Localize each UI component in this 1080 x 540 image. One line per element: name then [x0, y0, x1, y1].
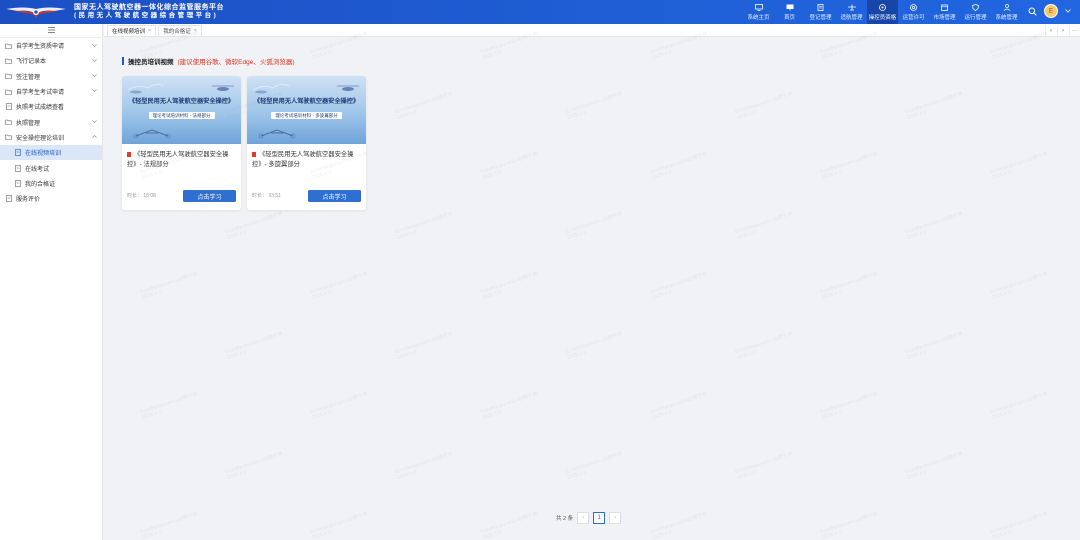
document-icon: [817, 3, 825, 11]
doc-icon: [14, 180, 21, 187]
main-content: 操控员培训视频 (建议使用谷歌、微软Edge、火狐浏览器) 《轻型民用无人驾驶航…: [104, 38, 1080, 540]
caac-logo: [4, 0, 68, 24]
sidebar-item-license-management[interactable]: 执照管理: [0, 114, 102, 129]
drone-icon: [337, 85, 359, 91]
folder-icon: [5, 119, 12, 126]
chevron-down-icon: [91, 42, 97, 48]
top-header: 国家无人驾驶航空器一体化综合监管服务平台 (民用无人驾驶航空器综合管理平台) 系…: [0, 0, 1080, 24]
nav-airworthiness[interactable]: 适航管理: [836, 0, 867, 24]
calendar-icon: [941, 4, 949, 11]
chevron-down-icon: [91, 88, 97, 94]
video-thumbnail[interactable]: 《轻型民用无人驾驶航空器安全操控》 理论考试培训材料 - 法规部分: [122, 76, 241, 144]
sidebar-item-endorsement[interactable]: 签注管理: [0, 69, 102, 84]
sidebar-item-self-study-qualification[interactable]: 自学考生资质申请: [0, 38, 102, 53]
folder-icon: [5, 42, 12, 49]
chevron-down-icon: [91, 73, 97, 79]
next-page-button[interactable]: ›: [609, 512, 622, 524]
section-title: 操控员培训视频: [128, 59, 174, 66]
pagination: 共 2 条 ‹ 1 ›: [556, 512, 622, 524]
sidebar-collapse-toggle[interactable]: [0, 24, 102, 38]
sidebar-item-service-rating[interactable]: 服务评价: [0, 191, 102, 206]
monitor-icon: [754, 3, 763, 11]
start-learning-button[interactable]: 点击学习: [308, 190, 361, 202]
start-learning-button[interactable]: 点击学习: [183, 190, 236, 202]
video-duration: 时长： 15:08: [127, 193, 156, 199]
chevron-left-icon: ‹: [582, 515, 585, 521]
drone-icon: [258, 129, 296, 139]
chevron-right-icon: ›: [614, 515, 617, 521]
bookmark-icon: [127, 151, 131, 157]
hamburger-icon: [47, 26, 55, 35]
avatar[interactable]: E: [1044, 4, 1058, 18]
video-card[interactable]: 《轻型民用无人驾驶航空器安全操控》 理论考试培训材料 - 法规部分 《轻型民用无…: [122, 76, 241, 210]
nav-system-home[interactable]: 系统主页: [743, 0, 774, 24]
doc-icon: [5, 195, 12, 202]
video-title[interactable]: 《轻型民用无人驾驶航空器安全操控》- 多旋翼部分: [252, 150, 360, 170]
tab-my-certificate[interactable]: 我的合格证 ×: [158, 25, 202, 36]
tab-scroll-right[interactable]: ›: [1057, 25, 1068, 36]
folder-icon: [5, 73, 12, 80]
tab-online-video-training[interactable]: 在线视频培训 ×: [107, 25, 157, 36]
desktop-icon: [786, 4, 794, 11]
tab-more[interactable]: ···: [1069, 25, 1080, 36]
video-card[interactable]: 《轻型民用无人驾驶航空器安全操控》 理论考试培训材料 - 多旋翼部分 《轻型民用…: [247, 76, 366, 210]
nav-system[interactable]: 系统管理: [991, 0, 1022, 24]
chevron-down-icon: [91, 118, 97, 124]
close-icon[interactable]: ×: [194, 28, 197, 34]
sidebar: 自学考生资质申请 飞行记录本 签注管理 自学考生考试申请 执照考试成绩查看 执照…: [0, 24, 103, 540]
doc-icon: [14, 164, 21, 172]
close-icon[interactable]: ×: [148, 28, 151, 34]
sidebar-item-my-certificate[interactable]: 我的合格证: [0, 176, 102, 191]
drone-icon: [212, 85, 234, 91]
folder-icon: [5, 57, 12, 64]
tab-scroll-left[interactable]: ‹: [1045, 25, 1056, 36]
shield-icon: [972, 3, 980, 11]
video-thumbnail[interactable]: 《轻型民用无人驾驶航空器安全操控》 理论考试培训材料 - 多旋翼部分: [247, 76, 366, 144]
folder-icon: [5, 88, 12, 95]
browser-note: (建议使用谷歌、微软Edge、火狐浏览器): [177, 59, 295, 66]
sidebar-item-flight-log[interactable]: 飞行记录本: [0, 53, 102, 68]
bookmark-icon: [252, 151, 256, 157]
airplane-icon: [847, 4, 856, 11]
tab-bar: 在线视频培训 × 我的合格证 × ‹ › ···: [104, 24, 1080, 37]
chevron-right-icon: ›: [1062, 27, 1064, 34]
section-header: 操控员培训视频 (建议使用谷歌、微软Edge、火狐浏览器): [122, 56, 295, 66]
doc-icon: [14, 149, 21, 157]
nav-home[interactable]: 首页: [774, 0, 805, 24]
sidebar-item-online-exam[interactable]: 在线考试: [0, 160, 102, 175]
nav-registration[interactable]: 登记管理: [805, 0, 836, 24]
sidebar-item-online-video-training[interactable]: 在线视频培训: [0, 145, 102, 161]
nav-market[interactable]: 市场管理: [929, 0, 960, 24]
people-icon: [1003, 3, 1011, 11]
search-icon[interactable]: [1026, 5, 1038, 17]
video-title[interactable]: 《轻型民用无人驾驶航空器安全操控》- 法规部分: [127, 150, 235, 170]
folder-icon: [5, 134, 12, 141]
sidebar-item-safety-training[interactable]: 安全操控理论培训: [0, 130, 102, 145]
sidebar-item-exam-scores[interactable]: 执照考试成绩查看: [0, 99, 102, 114]
prev-page-button[interactable]: ‹: [577, 512, 590, 524]
nav-operation-license[interactable]: 运营许可: [898, 0, 929, 24]
chevron-down-icon[interactable]: [1064, 7, 1072, 15]
at-icon: [910, 3, 918, 11]
sidebar-item-exam-application[interactable]: 自学考生考试申请: [0, 84, 102, 99]
top-nav: 系统主页 首页 登记管理 适航管理 操控员资格 运营许可 市场管理 运行管理 系…: [743, 0, 1022, 24]
platform-title: 国家无人驾驶航空器一体化综合监管服务平台: [74, 4, 224, 11]
nav-pilot-qualification[interactable]: 操控员资格: [867, 0, 898, 24]
chevron-left-icon: ‹: [1050, 27, 1052, 34]
pagination-total: 共 2 条: [556, 516, 574, 522]
chevron-up-icon: [91, 134, 97, 140]
user-circle-icon: [879, 3, 887, 11]
drone-icon: [133, 129, 171, 139]
video-duration: 时长： 33:51: [252, 193, 281, 199]
nav-operation[interactable]: 运行管理: [960, 0, 991, 24]
chevron-down-icon: [91, 57, 97, 63]
platform-subtitle: (民用无人驾驶航空器综合管理平台): [74, 12, 219, 19]
doc-icon: [5, 103, 12, 111]
page-number[interactable]: 1: [593, 512, 606, 524]
more-icon: ···: [1072, 27, 1078, 34]
